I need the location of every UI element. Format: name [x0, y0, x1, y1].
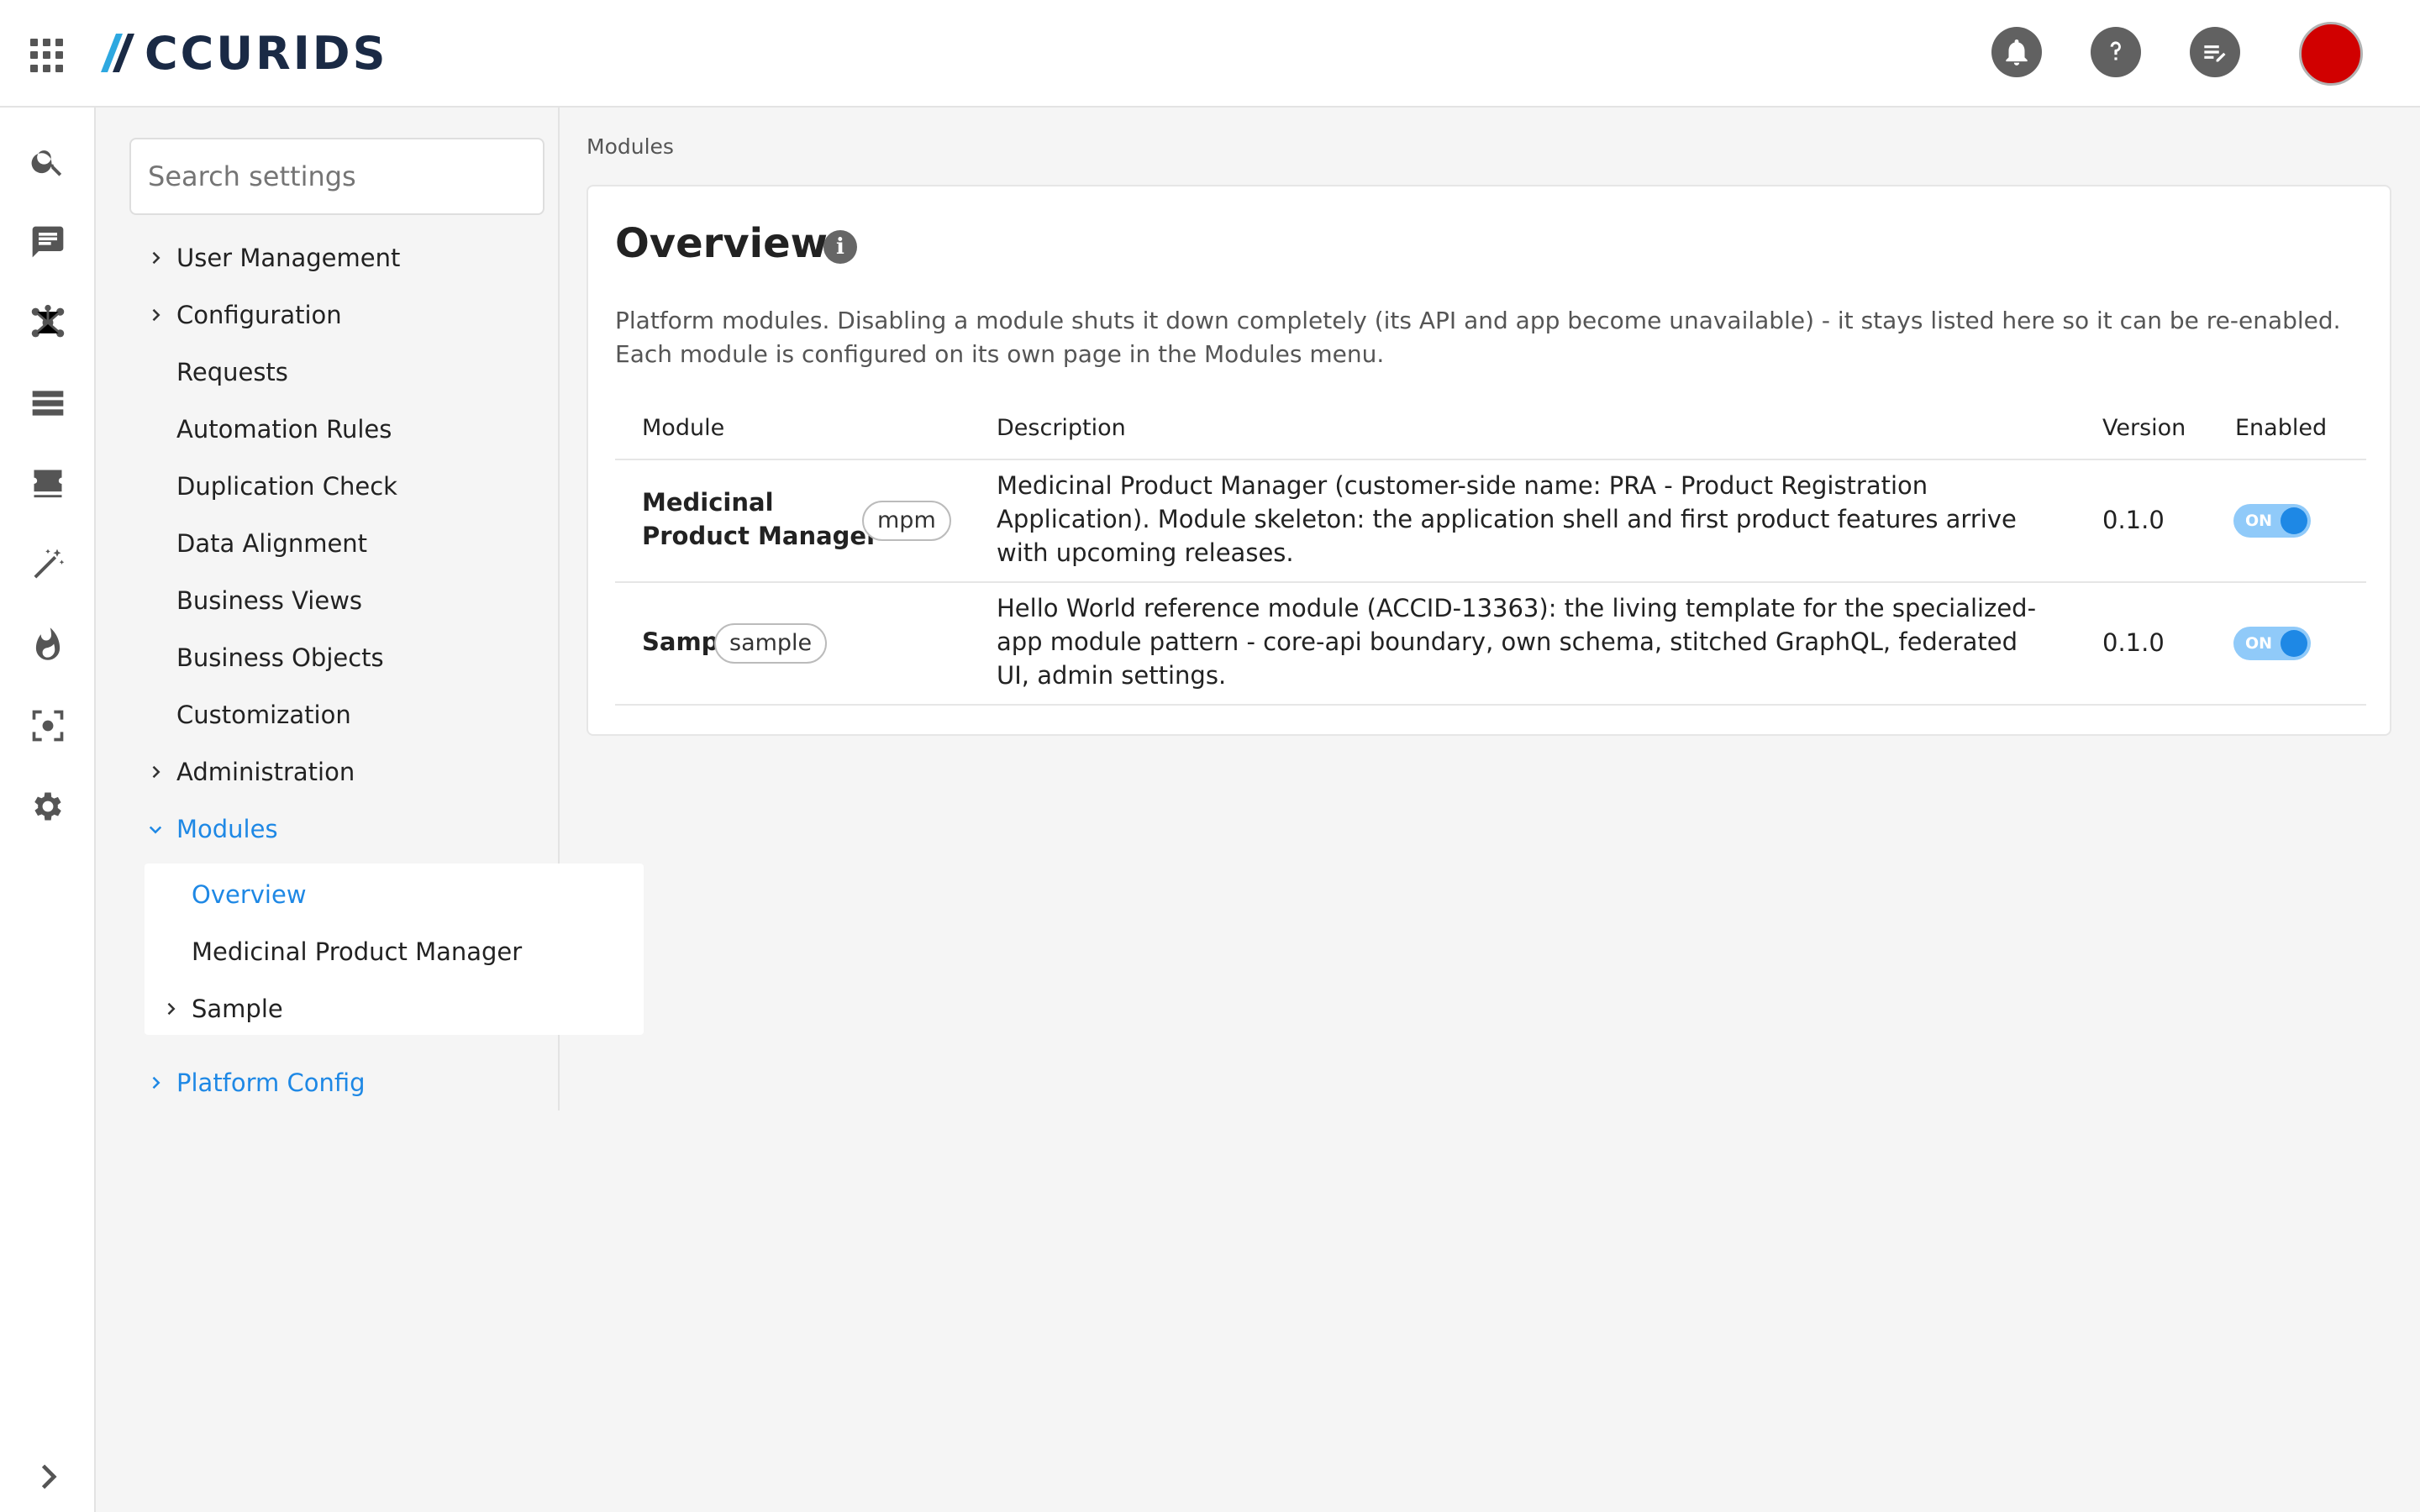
chevron-right-icon[interactable]	[143, 302, 168, 328]
table-row: Sample sample Hello World reference modu…	[615, 583, 2366, 704]
gear-icon[interactable]	[28, 786, 68, 827]
overview-card: Overview i Platform modules. Disabling a…	[587, 185, 2391, 736]
network-icon[interactable]	[28, 302, 68, 343]
info-icon[interactable]: i	[823, 230, 857, 264]
nav-item-configuration[interactable]: Configuration	[176, 294, 342, 336]
module-version: 0.1.0	[2102, 628, 2165, 657]
page-title: Overview	[615, 220, 828, 267]
column-header-description: Description	[997, 415, 1126, 441]
chevron-down-icon[interactable]	[143, 816, 168, 842]
module-key-chip: sample	[714, 623, 828, 664]
nav-item-business-objects[interactable]: Business Objects	[176, 637, 384, 679]
module-version: 0.1.0	[2102, 506, 2165, 534]
nav-item-data-alignment[interactable]: Data Alignment	[176, 522, 367, 564]
nav-item-modules[interactable]: Modules	[176, 808, 278, 850]
subnav-item-medicinal-product-manager[interactable]: Medicinal Product Manager	[192, 931, 522, 973]
user-avatar[interactable]	[2299, 22, 2363, 86]
notes-icon[interactable]	[2190, 27, 2240, 77]
chevron-right-icon[interactable]	[143, 759, 168, 785]
logo-mark-icon	[101, 34, 134, 72]
search-icon[interactable]	[28, 141, 68, 181]
brand-logo[interactable]: CCURIDS	[101, 24, 388, 82]
module-key-chip: mpm	[862, 501, 951, 541]
table-divider	[615, 704, 2366, 706]
chat-icon[interactable]	[28, 222, 68, 262]
nav-item-duplication-check[interactable]: Duplication Check	[176, 465, 397, 507]
table-row: Medicinal Product Manager mpm Medicinal …	[615, 460, 2366, 581]
page-description: Platform modules. Disabling a module shu…	[615, 307, 2341, 368]
toggle-label: ON	[2245, 634, 2273, 653]
settings-nav: User Management Configuration Requests A…	[96, 108, 644, 1110]
subnav-item-sample[interactable]: Sample	[192, 988, 283, 1030]
bell-icon[interactable]	[1991, 27, 2042, 77]
search-settings-input[interactable]	[129, 138, 544, 215]
icon-rail	[0, 108, 96, 1512]
nav-item-customization[interactable]: Customization	[176, 694, 351, 736]
enabled-toggle[interactable]: ON	[2233, 504, 2311, 538]
module-description: Medicinal Product Manager (customer-side…	[997, 471, 2017, 567]
chevron-right-icon[interactable]	[143, 1070, 168, 1095]
list-icon[interactable]	[28, 383, 68, 423]
chevron-right-icon[interactable]	[143, 245, 168, 270]
scan-icon[interactable]	[28, 706, 68, 746]
chevron-right-icon[interactable]	[28, 1457, 68, 1497]
toggle-knob	[2281, 630, 2307, 657]
column-header-module: Module	[642, 415, 725, 441]
subnav-item-overview[interactable]: Overview	[192, 874, 307, 916]
column-header-version: Version	[2102, 415, 2186, 441]
chevron-right-icon[interactable]	[158, 996, 183, 1021]
column-header-enabled: Enabled	[2235, 415, 2328, 441]
module-name-line: Medicinal	[642, 488, 774, 517]
nav-item-platform-config[interactable]: Platform Config	[176, 1062, 366, 1104]
module-name-line: Product Manager	[642, 522, 879, 550]
breadcrumb[interactable]: Modules	[587, 134, 674, 159]
top-bar: CCURIDS	[0, 0, 2420, 108]
nav-item-administration[interactable]: Administration	[176, 751, 355, 793]
toggle-knob	[2281, 507, 2307, 534]
nav-item-user-management[interactable]: User Management	[176, 237, 400, 279]
help-icon[interactable]	[2091, 27, 2141, 77]
magic-wand-icon[interactable]	[28, 544, 68, 585]
module-description: Hello World reference module (ACCID-1336…	[997, 594, 2037, 690]
enabled-toggle[interactable]: ON	[2233, 627, 2311, 660]
module-name: Medicinal Product Manager	[642, 486, 878, 553]
nav-item-requests[interactable]: Requests	[176, 351, 288, 393]
brand-name: CCURIDS	[145, 26, 388, 80]
nav-item-business-views[interactable]: Business Views	[176, 580, 362, 622]
nav-item-automation-rules[interactable]: Automation Rules	[176, 408, 392, 450]
modules-subnav: Overview Medicinal Product Manager Sampl…	[145, 864, 644, 1035]
toggle-label: ON	[2245, 512, 2273, 530]
apps-grid-icon[interactable]	[30, 39, 64, 72]
ticket-icon[interactable]	[28, 464, 68, 504]
flame-icon[interactable]	[28, 625, 68, 665]
